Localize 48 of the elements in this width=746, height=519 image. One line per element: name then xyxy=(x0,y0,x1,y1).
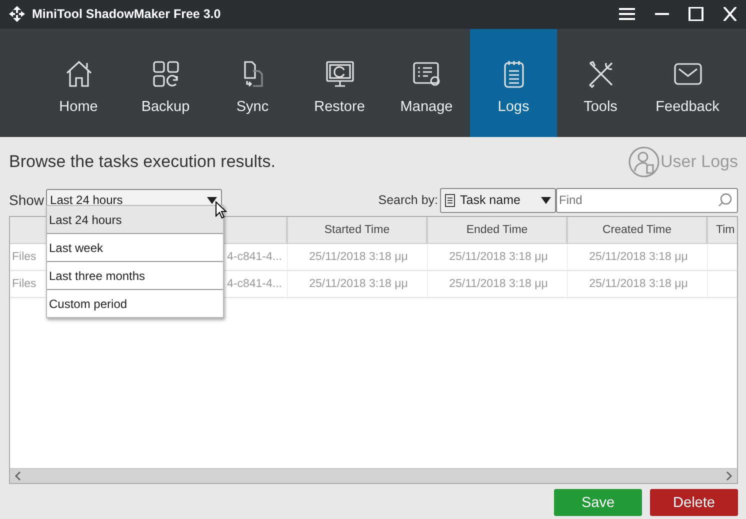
nav-tab[interactable]: Home xyxy=(35,28,122,137)
table-cell: 25/11/2018 3:18 μμ xyxy=(428,244,568,270)
column-header[interactable]: Created Time xyxy=(568,217,708,243)
table-cell: 25/11/2018 3:18 μμ xyxy=(568,244,708,270)
nav-tab[interactable]: Logs xyxy=(470,28,557,137)
table-cell: 25/11/2018 3:18 μμ xyxy=(288,271,428,297)
notepad-icon xyxy=(504,60,524,88)
search-by-label: Search by: xyxy=(378,193,438,207)
menu-item[interactable]: Custom period xyxy=(47,290,223,317)
column-header[interactable]: Tim xyxy=(708,217,737,243)
menu-item[interactable]: Last week xyxy=(47,234,223,262)
table-cell: 25/11/2018 3:18 μμ xyxy=(428,271,568,297)
logo-icon xyxy=(8,5,26,24)
window-title: MiniTool ShadowMaker Free 3.0 xyxy=(32,7,221,22)
page-heading: Browse the tasks execution results. xyxy=(9,152,276,172)
menu-item[interactable]: Last three months xyxy=(47,262,223,290)
nav-tab[interactable]: Restore xyxy=(296,28,383,137)
table-cell: 25/11/2018 3:18 μμ xyxy=(568,271,708,297)
show-label: Show xyxy=(9,192,44,208)
scroll-right-icon[interactable] xyxy=(725,471,733,481)
nav-tab[interactable]: Feedback xyxy=(644,28,731,137)
search-icon xyxy=(718,192,732,206)
list-gear-icon xyxy=(412,62,440,86)
column-header[interactable]: Ended Time xyxy=(428,217,568,243)
close-icon[interactable] xyxy=(722,7,738,22)
nav-tab[interactable]: Manage xyxy=(383,28,470,137)
tools-icon xyxy=(588,60,612,88)
nav-tab[interactable]: Backup xyxy=(122,28,209,137)
search-field[interactable]: Find xyxy=(556,188,738,212)
nav-tab[interactable]: Sync xyxy=(209,28,296,137)
search-by-dropdown[interactable]: Task name xyxy=(440,188,556,212)
nav-tab[interactable]: Tools xyxy=(557,28,644,137)
table-cell: 25/11/2018 3:18 μμ xyxy=(288,244,428,270)
monitor-icon xyxy=(326,60,354,87)
documents-icon xyxy=(244,60,262,87)
house-icon xyxy=(66,60,92,87)
envelope-icon xyxy=(674,62,702,85)
save-button[interactable]: Save xyxy=(554,489,642,516)
column-header[interactable]: Started Time xyxy=(288,217,428,243)
delete-button[interactable]: Delete xyxy=(650,489,738,516)
document-icon xyxy=(445,194,455,206)
horizontal-scrollbar[interactable] xyxy=(10,468,737,483)
caret-icon xyxy=(541,196,551,204)
scroll-left-icon[interactable] xyxy=(14,471,22,481)
menu-item[interactable]: Last 24 hours xyxy=(47,206,223,234)
grid-icon xyxy=(152,60,178,87)
menu-icon[interactable] xyxy=(618,7,636,22)
maximize-icon[interactable] xyxy=(688,7,704,22)
